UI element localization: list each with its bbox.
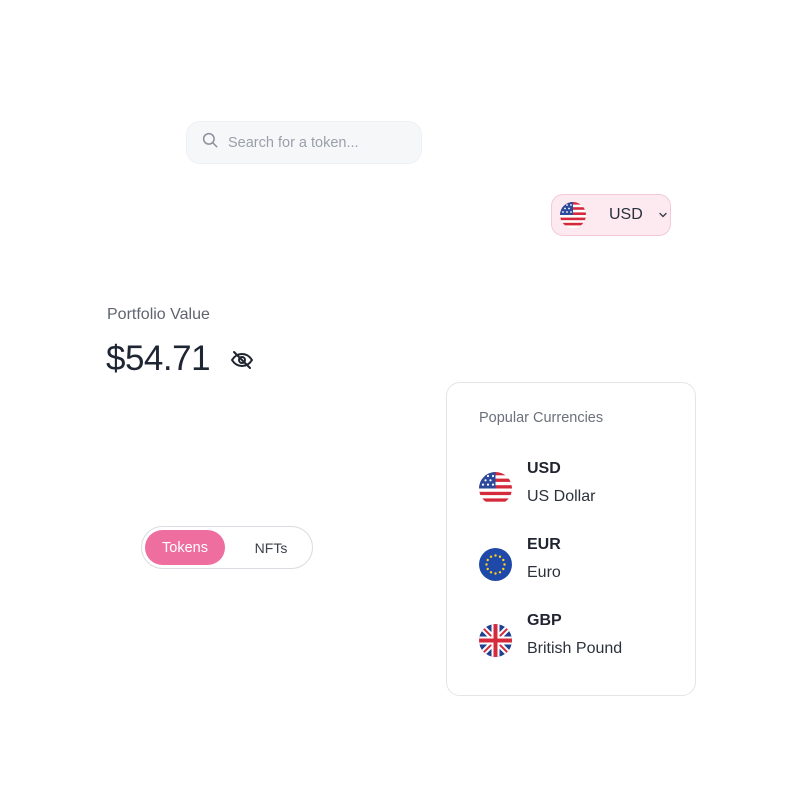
dropdown-title: Popular Currencies — [479, 410, 604, 426]
us-flag-icon — [560, 202, 586, 228]
currency-option-eur[interactable]: EUR Euro — [447, 536, 695, 596]
uk-flag-icon — [479, 624, 512, 657]
search-bar[interactable] — [186, 121, 422, 164]
tab-nfts[interactable]: NFTs — [234, 530, 308, 565]
search-input[interactable] — [228, 122, 408, 163]
currency-selector-button[interactable]: USD — [551, 194, 671, 236]
currency-dropdown: Popular Currencies USD US Dollar EUR Eur… — [446, 382, 696, 696]
chevron-down-icon — [659, 212, 667, 218]
currency-name: US Dollar — [527, 488, 596, 505]
eu-flag-icon — [479, 548, 512, 581]
currency-option-usd[interactable]: USD US Dollar — [447, 460, 695, 520]
selected-currency-code: USD — [609, 206, 643, 223]
asset-tabs: Tokens NFTs — [141, 526, 313, 569]
us-flag-icon — [479, 472, 512, 505]
currency-code: EUR — [527, 536, 561, 553]
currency-code: USD — [527, 460, 561, 477]
currency-name: Euro — [527, 564, 561, 581]
currency-option-gbp[interactable]: GBP British Pound — [447, 612, 695, 672]
portfolio-value: $54.71 — [106, 339, 211, 378]
tab-tokens[interactable]: Tokens — [145, 530, 225, 565]
currency-name: British Pound — [527, 640, 623, 657]
currency-code: GBP — [527, 612, 562, 629]
portfolio-value-label: Portfolio Value — [107, 306, 210, 323]
search-icon — [201, 131, 219, 154]
eye-off-icon[interactable] — [230, 348, 254, 372]
